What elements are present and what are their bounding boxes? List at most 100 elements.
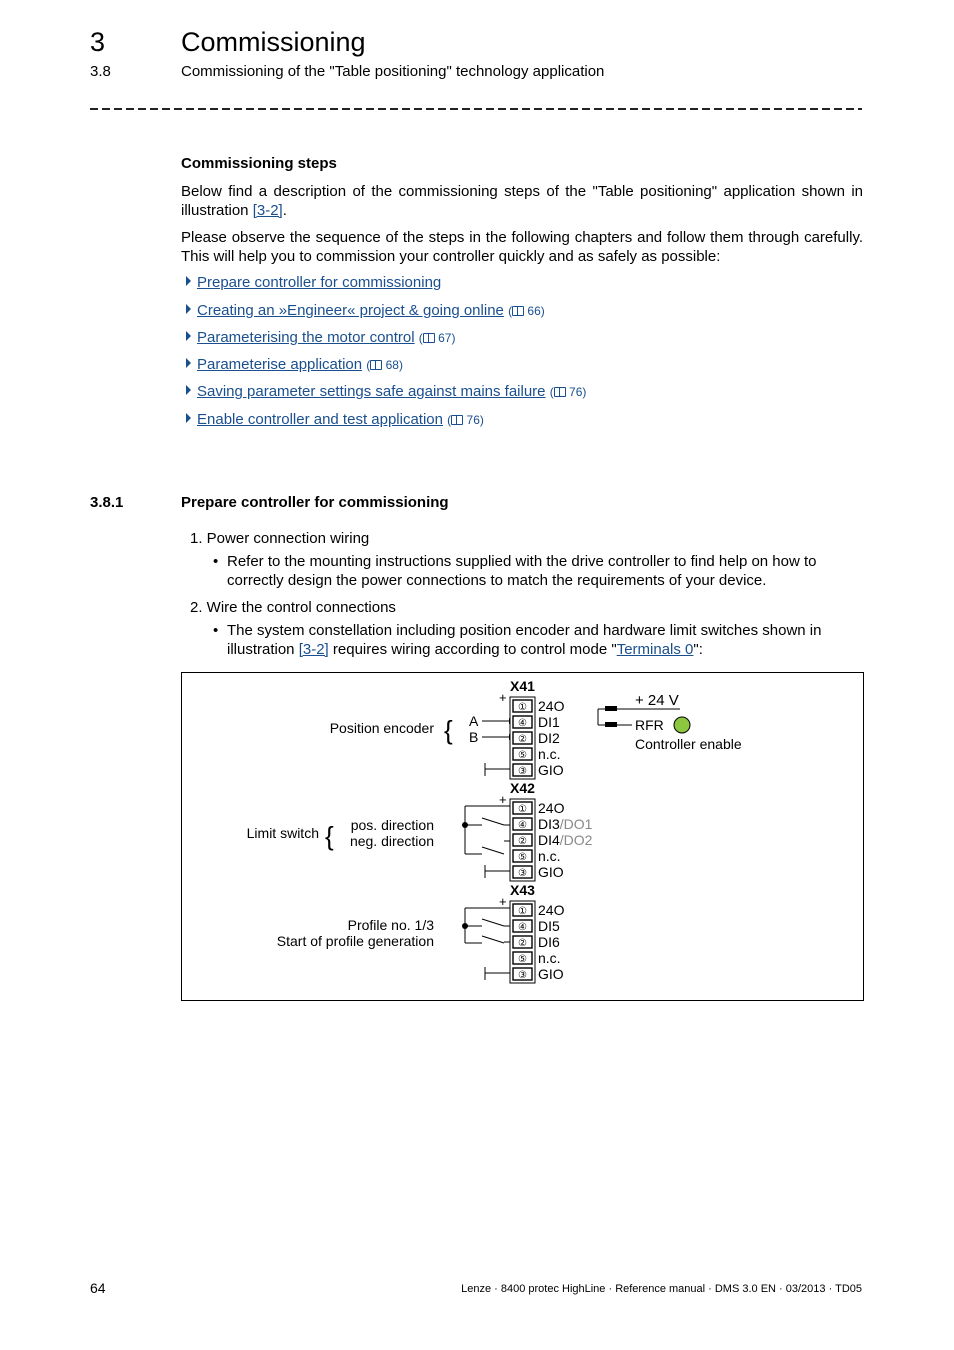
connector-x41: X41+ ① 24O ④ DI1 ② DI2 ⑤ n.c. ③ GIO xyxy=(499,678,565,780)
page-reference[interactable]: ( 76) xyxy=(550,385,587,399)
page-ref-number: 76 xyxy=(466,413,480,427)
link-prepare-controller[interactable]: Prepare controller for commissioning xyxy=(197,274,441,291)
section-title: Commissioning of the "Table positioning"… xyxy=(181,63,605,80)
pin-label-main: DI6 xyxy=(538,934,560,950)
pin-label-main: GIO xyxy=(538,864,564,880)
pin-number: ③ xyxy=(518,766,527,777)
header-divider xyxy=(90,108,862,110)
pin-label: 24O xyxy=(538,800,565,816)
page-number: 64 xyxy=(90,1280,106,1296)
illustration-3-2-link[interactable]: [3-2] xyxy=(299,641,329,658)
section-number: 3.8 xyxy=(90,63,111,80)
rfr-label: RFR xyxy=(635,717,664,733)
pin-number: ② xyxy=(518,938,527,949)
footer-info: Lenze · 8400 protec HighLine · Reference… xyxy=(461,1283,862,1295)
pin-number: ④ xyxy=(518,922,527,933)
pos-direction-label: pos. direction xyxy=(351,817,434,833)
pin-number: ① xyxy=(518,906,527,917)
terminals-0-link[interactable]: Terminals 0 xyxy=(617,641,694,658)
pin-label: DI5 xyxy=(538,918,560,934)
profile-no-label: Profile no. 1/3 xyxy=(348,917,435,933)
intro-paragraph-1: Below find a description of the commissi… xyxy=(181,182,863,220)
link-item: Creating an »Engineer« project & going o… xyxy=(186,302,545,319)
pin-label: DI2 xyxy=(538,730,560,746)
controller-enable-label: Controller enable xyxy=(635,736,742,752)
pin-number: ② xyxy=(518,734,527,745)
pin-label-main: DI5 xyxy=(538,918,560,934)
pin-label: DI6 xyxy=(538,934,560,950)
pin-label-main: DI3 xyxy=(538,816,560,832)
book-icon xyxy=(451,415,464,425)
pin-label-main: DI4 xyxy=(538,832,560,848)
subsection-number: 3.8.1 xyxy=(90,494,124,511)
step-2-bullet-mid: requires wiring according to control mod… xyxy=(328,641,617,658)
encoder-a-label: A xyxy=(469,713,479,729)
supply-24v-label: + 24 V xyxy=(635,692,679,709)
wiring-diagram: Position encoder { A B Limit switch { po… xyxy=(247,678,742,984)
pin-label: DI3/DO1 xyxy=(538,816,593,832)
controller-enable-led-icon xyxy=(673,716,691,734)
arrow-right-icon xyxy=(186,304,191,314)
pin-number: ② xyxy=(518,836,527,847)
link-item: Saving parameter settings safe against m… xyxy=(186,383,586,400)
plus-sign: + xyxy=(499,690,507,705)
pin-label-main: GIO xyxy=(538,966,564,982)
link-creating-engineer-project[interactable]: Creating an »Engineer« project & going o… xyxy=(197,302,504,319)
pin-label-main: GIO xyxy=(538,762,564,778)
connector-x42: X42+ ① 24O ④ DI3/DO1 ② DI4/DO2 ⑤ n.c. ③ GIO xyxy=(499,780,593,882)
step-2-label: 2. Wire the control connections xyxy=(190,599,396,616)
pin-label-main: DI1 xyxy=(538,714,560,730)
pin-label-main: n.c. xyxy=(538,950,561,966)
wiring-diagram-figure: Position encoder { A B Limit switch { po… xyxy=(181,672,864,1001)
position-encoder-label: Position encoder xyxy=(330,720,435,736)
pin-label: n.c. xyxy=(538,950,561,966)
pin-number: ⑤ xyxy=(518,954,527,965)
step-2-bullet-end: ": xyxy=(693,641,703,658)
pin-label-main: 24O xyxy=(538,800,565,816)
arrow-right-icon xyxy=(186,358,191,368)
book-icon xyxy=(512,306,525,316)
commissioning-steps-heading: Commissioning steps xyxy=(181,155,337,172)
page-reference[interactable]: ( 67) xyxy=(419,331,456,345)
chapter-title: Commissioning xyxy=(181,27,366,57)
pin-label-main: n.c. xyxy=(538,848,561,864)
page-reference[interactable]: ( 66) xyxy=(508,304,545,318)
intro-paragraph-2: Please observe the sequence of the steps… xyxy=(181,229,863,265)
pin-label-main: n.c. xyxy=(538,746,561,762)
pin-number: ⑤ xyxy=(518,852,527,863)
pin-label-main: 24O xyxy=(538,902,565,918)
pin-label: n.c. xyxy=(538,848,561,864)
limit-switch-wiring xyxy=(462,805,510,855)
page-reference[interactable]: ( 68) xyxy=(366,358,403,372)
pin-label-alt: /DO1 xyxy=(560,816,593,832)
bullet-dot: • xyxy=(213,622,219,639)
bullet-dot: • xyxy=(213,553,219,570)
page-reference[interactable]: ( 76) xyxy=(447,413,484,427)
neg-direction-label: neg. direction xyxy=(350,833,434,849)
link-item: Parameterise application ( 68) xyxy=(186,356,403,373)
illustration-3-2-link[interactable]: [3-2] xyxy=(253,202,283,219)
pin-label: DI4/DO2 xyxy=(538,832,593,848)
pin-number: ① xyxy=(518,702,527,713)
pin-label: 24O xyxy=(538,902,565,918)
pin-number: ③ xyxy=(518,970,527,981)
pin-label: GIO xyxy=(538,966,564,982)
link-enable-controller[interactable]: Enable controller and test application xyxy=(197,411,443,428)
chapter-number: 3 xyxy=(90,27,106,57)
connector-name: X42 xyxy=(510,780,535,796)
plus-sign: + xyxy=(499,894,507,909)
pin-number: ④ xyxy=(518,820,527,831)
start-profile-label: Start of profile generation xyxy=(277,933,434,949)
pin-number: ③ xyxy=(518,868,527,879)
link-parameterise-application[interactable]: Parameterise application xyxy=(197,356,362,373)
pin-number: ④ xyxy=(518,718,527,729)
pin-number: ⑤ xyxy=(518,750,527,761)
brace-icon: { xyxy=(325,821,334,851)
book-icon xyxy=(422,333,435,343)
pin-label: 24O xyxy=(538,698,565,714)
link-item: Enable controller and test application (… xyxy=(186,411,484,428)
link-saving-parameter-settings[interactable]: Saving parameter settings safe against m… xyxy=(197,383,546,400)
link-parameterising-motor-control[interactable]: Parameterising the motor control xyxy=(197,329,415,346)
link-item: Prepare controller for commissioning xyxy=(186,274,441,291)
page-ref-number: 68 xyxy=(385,358,399,372)
